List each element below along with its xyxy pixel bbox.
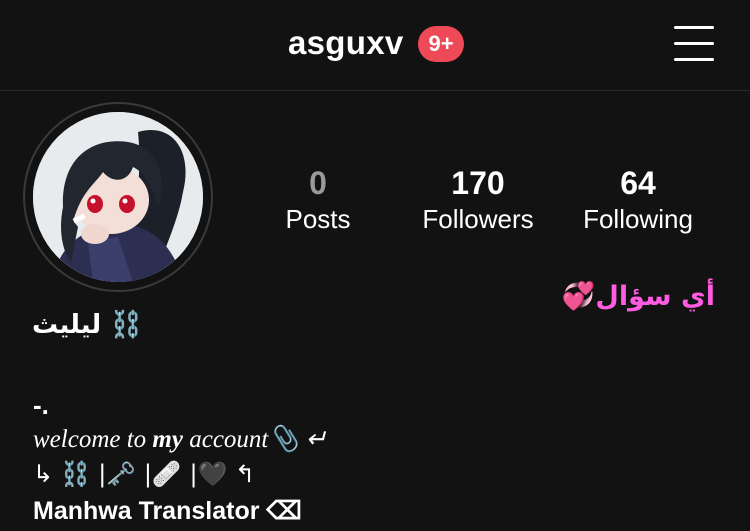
bio-welcome-prefix: welcome to — [33, 426, 153, 453]
bio-welcome: welcome to my account📎 ↵ — [33, 424, 327, 454]
following-stat[interactable]: 64 Following — [563, 166, 713, 236]
following-label: Following — [583, 204, 693, 234]
profile-page: asguxv 9+ 0 Posts 170 Followers 64 Follo… — [0, 0, 750, 531]
bio-welcome-bold: my — [152, 426, 183, 453]
notification-badge[interactable]: 9+ — [418, 26, 464, 62]
bio-line-dash: -. — [33, 390, 49, 420]
bio-welcome-suffix: account📎 ↵ — [182, 426, 327, 453]
avatar[interactable] — [23, 102, 213, 292]
ask-question-link[interactable]: أي سؤال💞 — [555, 280, 715, 312]
posts-stat[interactable]: 0 Posts — [243, 166, 393, 236]
hamburger-menu-icon[interactable] — [674, 24, 716, 64]
avatar-image — [33, 112, 203, 282]
username-title[interactable]: asguxv — [288, 24, 404, 62]
top-bar: asguxv 9+ — [0, 0, 750, 91]
bio-emoji-line: ↳ ⛓️ |🗝️ |🩹 |🖤 ↰ — [33, 460, 256, 488]
display-name: ليليث ⛓️ — [32, 310, 143, 340]
posts-label: Posts — [285, 204, 351, 234]
followers-count: 170 — [451, 165, 505, 201]
bio-role: Manhwa Translator ⌫ — [33, 497, 302, 525]
posts-count: 0 — [309, 165, 327, 201]
followers-stat[interactable]: 170 Followers — [403, 166, 553, 236]
followers-label: Followers — [422, 204, 534, 234]
following-count: 64 — [620, 165, 656, 201]
